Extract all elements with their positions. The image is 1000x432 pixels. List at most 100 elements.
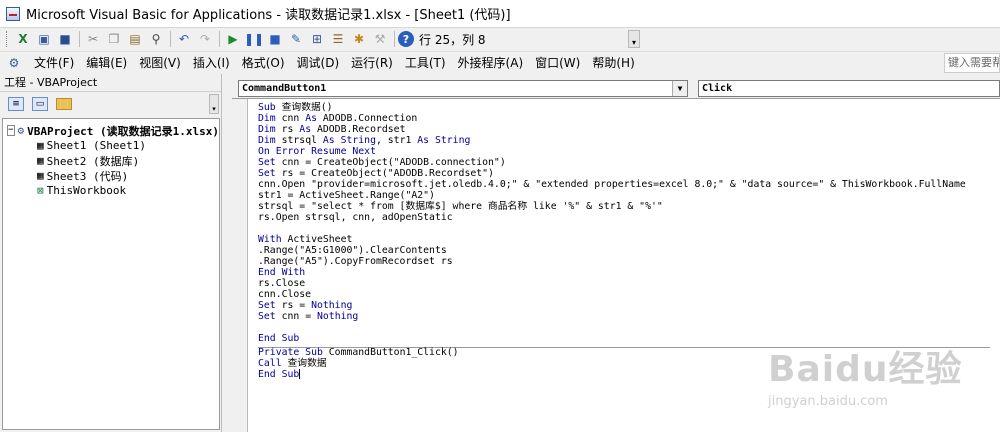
toolbar-grip[interactable] [6,31,9,47]
project-explorer: 工程 - VBAProject ≡ ▭ ▾ − ⚙ VBAProject (读取… [0,74,222,432]
margin-indicator-bar[interactable] [232,99,248,432]
procedure-combo[interactable]: Click [698,80,1000,97]
code-line[interactable] [258,223,1000,234]
code-lines[interactable]: Sub 查询数据() Dim cnn As ADODB.Connection Dim… [258,102,1000,380]
standard-toolbar: X ▣ ■ ✂ ❐ ▤ ⚲ ↶ ↷ ▶ ❚❚ ■ ✎ ⊞ ☰ ✱ ⚒ ? 行 2… [0,28,1000,50]
text-caret [299,369,301,379]
code-line[interactable]: Set rs = Nothing [258,300,1000,311]
code-editor[interactable]: Sub 查询数据() Dim cnn As ADODB.Connection Dim… [232,98,1000,432]
help-icon[interactable]: ? [398,31,414,47]
toolbar-separator [219,31,220,47]
code-line[interactable]: Sub 查询数据() [258,102,1000,113]
vba-menu-icon[interactable]: ⚙ [6,55,22,71]
code-line[interactable]: On Error Resume Next [258,146,1000,157]
code-window: CommandButton1 ▼ Click Sub 查询数据() Dim cnn… [232,74,1000,432]
workbook-icon: ⊠ [37,184,44,197]
toolbar-separator [79,31,80,47]
paste-icon[interactable]: ▤ [125,29,145,49]
menu-run[interactable]: 运行(R) [345,54,399,71]
chevron-down-icon[interactable]: ▼ [672,81,687,96]
toolbox-icon[interactable]: ⚒ [370,29,390,49]
menu-format[interactable]: 格式(O) [236,54,291,71]
tree-item-label: ThisWorkbook [46,184,127,197]
menu-edit[interactable]: 编辑(E) [80,54,133,71]
project-explorer-toolbar: ≡ ▭ ▾ [0,92,221,116]
tree-item-sheet2[interactable]: ▦ Sheet2 (数据库) [7,153,219,168]
tree-root-vbaproject[interactable]: − ⚙ VBAProject (读取数据记录1.xlsx) [7,123,219,138]
vba-app-icon [6,6,20,21]
code-line[interactable]: .Range("A5").CopyFromRecordset rs [258,256,1000,267]
code-line[interactable]: Dim rs As ADODB.Recordset [258,124,1000,135]
sheet-icon: ▦ [37,139,44,152]
code-line[interactable] [258,322,1000,333]
code-line[interactable]: End Sub [258,369,1000,380]
code-line[interactable]: Dim cnn As ADODB.Connection [258,113,1000,124]
collapse-icon[interactable]: − [7,125,15,136]
tree-item-label: Sheet1 (Sheet1) [46,139,146,152]
tree-item-label: Sheet2 (数据库) [46,154,140,168]
code-line[interactable]: .Range("A5:G1000").ClearContents [258,245,1000,256]
menu-file[interactable]: 文件(F) [28,54,80,71]
redo-icon[interactable]: ↷ [195,29,215,49]
save-icon[interactable]: ■ [55,29,75,49]
code-line[interactable]: cnn.Close [258,289,1000,300]
code-line[interactable]: rs.Open strsql, cnn, adOpenStatic [258,212,1000,223]
find-icon[interactable]: ⚲ [146,29,166,49]
project-explorer-icon[interactable]: ⊞ [307,29,327,49]
code-line[interactable]: rs.Close [258,278,1000,289]
menu-help[interactable]: 帮助(H) [586,54,640,71]
cut-icon[interactable]: ✂ [83,29,103,49]
toolbar-separator [170,31,171,47]
cursor-position-status: 行 25，列 8 [419,32,486,47]
menu-debug[interactable]: 调试(D) [291,54,346,71]
menu-addins[interactable]: 外接程序(A) [452,54,530,71]
code-line[interactable]: Call 查询数据 [258,358,1000,369]
toggle-folders-icon[interactable] [56,98,72,110]
pane-toolbar-options-icon[interactable]: ▾ [209,94,219,114]
code-line[interactable]: End With [258,267,1000,278]
code-line[interactable]: str1 = ActiveSheet.Range("A2") [258,190,1000,201]
copy-icon[interactable]: ❐ [104,29,124,49]
tree-item-sheet1[interactable]: ▦ Sheet1 (Sheet1) [7,138,219,153]
code-line[interactable]: Set cnn = Nothing [258,311,1000,322]
toolbar-separator [394,31,395,47]
excel-icon[interactable]: X [13,29,33,49]
tree-item-thisworkbook[interactable]: ⊠ ThisWorkbook [7,183,219,198]
sheet-icon: ▦ [37,154,44,167]
code-line[interactable]: With ActiveSheet [258,234,1000,245]
menu-insert[interactable]: 插入(I) [187,54,236,71]
project-tree: − ⚙ VBAProject (读取数据记录1.xlsx) ▦ Sheet1 (… [2,118,220,430]
project-explorer-title: 工程 - VBAProject [0,74,221,92]
tree-item-label: Sheet3 (代码) [46,169,129,183]
tree-item-sheet3[interactable]: ▦ Sheet3 (代码) [7,168,219,183]
code-line[interactable]: cnn.Open "provider=microsoft.jet.oledb.4… [258,179,1000,190]
object-combo[interactable]: CommandButton1 ▼ [238,80,688,97]
view-code-icon[interactable]: ≡ [8,97,24,111]
vbaproject-icon: ⚙ [17,124,25,137]
code-line[interactable]: Set cnn = CreateObject("ADODB.connection… [258,157,1000,168]
view-object-icon[interactable]: ▭ [32,97,48,111]
code-line[interactable]: Private Sub CommandButton1_Click() [258,347,1000,358]
procedure-combo-value: Click [702,83,733,94]
run-icon[interactable]: ▶ [223,29,243,49]
undo-icon[interactable]: ↶ [174,29,194,49]
design-mode-icon[interactable]: ✎ [286,29,306,49]
menu-view[interactable]: 视图(V) [133,54,187,71]
window-title: Microsoft Visual Basic for Applications … [26,8,511,23]
help-search-input[interactable]: 键入需要帮 [944,53,1000,73]
object-browser-icon[interactable]: ✱ [349,29,369,49]
code-line[interactable]: strsql = "select * from [数据库$] where 商品名… [258,201,1000,212]
toolbar-options-icon[interactable]: ▾ [628,30,640,48]
insert-userform-icon[interactable]: ▣ [34,29,54,49]
break-icon[interactable]: ❚❚ [244,29,264,49]
code-line[interactable]: Dim strsql As String, str1 As String [258,135,1000,146]
code-line[interactable]: End Sub [258,333,1000,344]
sheet-icon: ▦ [37,169,44,182]
menu-tools[interactable]: 工具(T) [399,54,452,71]
menu-window[interactable]: 窗口(W) [529,54,586,71]
title-bar: Microsoft Visual Basic for Applications … [0,0,1000,28]
properties-icon[interactable]: ☰ [328,29,348,49]
object-combo-value: CommandButton1 [242,83,327,94]
code-line[interactable]: Set rs = CreateObject("ADODB.Recordset") [258,168,1000,179]
reset-icon[interactable]: ■ [265,29,285,49]
